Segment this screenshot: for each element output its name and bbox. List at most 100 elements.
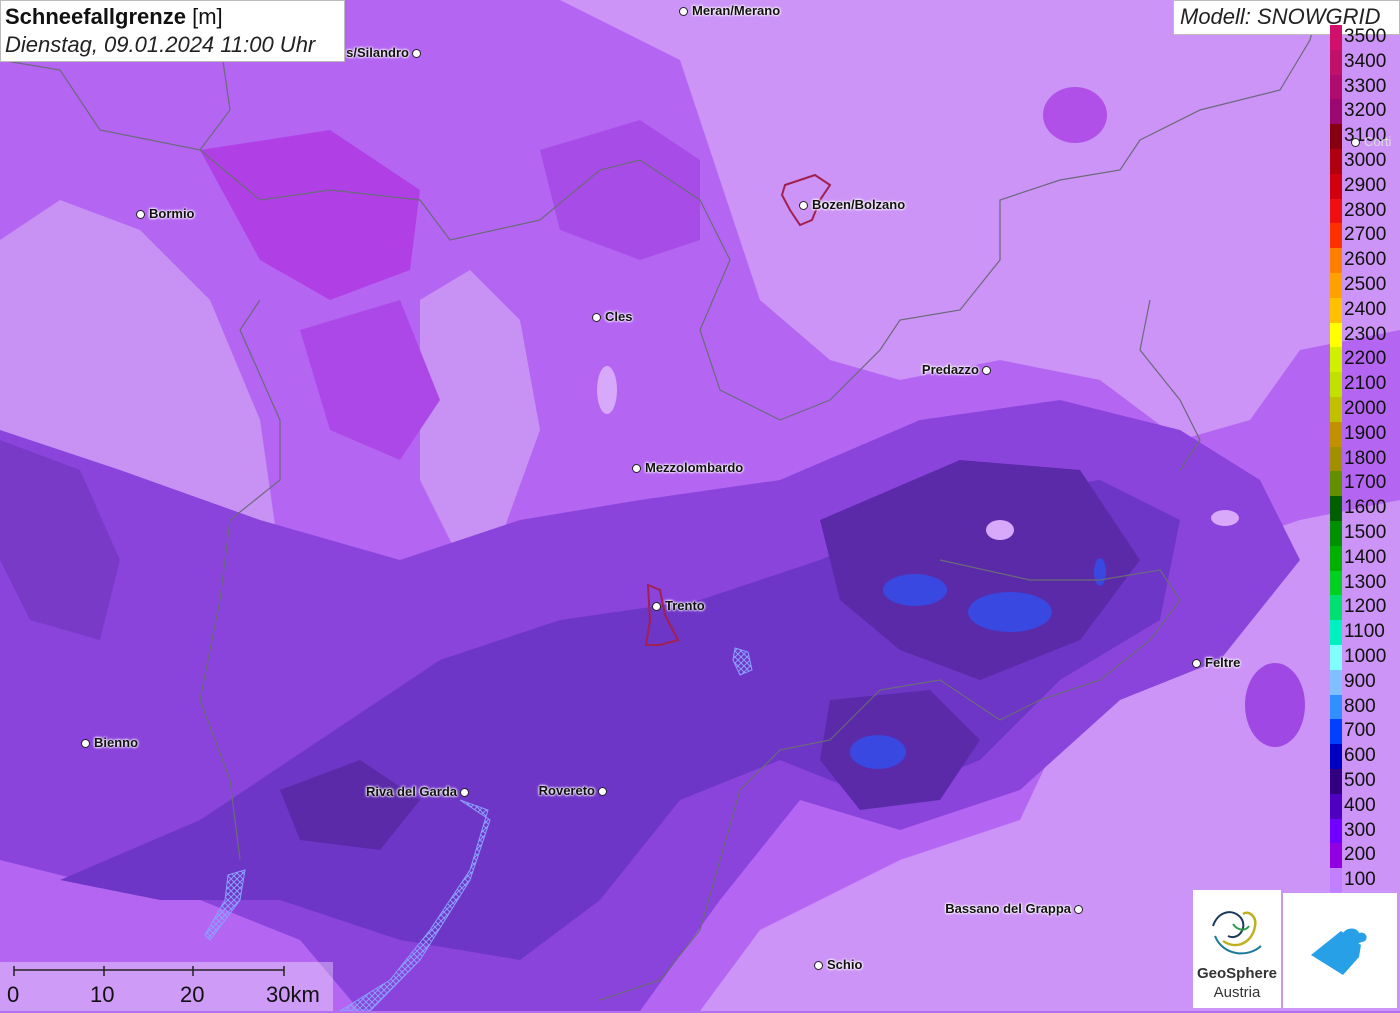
legend-swatch (1330, 124, 1342, 150)
legend-label: 3000 (1344, 150, 1387, 171)
city-label: Rovereto (538, 783, 595, 798)
legend-label: 3300 (1344, 75, 1387, 97)
legend-label: 3200 (1344, 100, 1387, 122)
legend-swatch (1330, 694, 1342, 720)
city-label: Feltre (1205, 655, 1241, 670)
legend-label: 2800 (1344, 199, 1387, 221)
legend-label: 100 (1344, 869, 1376, 891)
blue-patch (1094, 558, 1106, 586)
legend-label: 2200 (1344, 348, 1387, 370)
city-marker (598, 787, 607, 796)
legend-swatch (1330, 173, 1342, 200)
map-datetime: Dienstag, 09.01.2024 11:00 Uhr (5, 32, 316, 57)
legend-label: 1600 (1344, 497, 1387, 519)
map-title: Schneefallgrenze [m] (5, 4, 223, 29)
legend-swatch (1330, 769, 1342, 795)
legend-swatch (1330, 645, 1342, 671)
legend-label: 2100 (1344, 373, 1387, 395)
blue-patch (883, 574, 947, 606)
legend-swatch (1330, 744, 1342, 770)
legend-label: 900 (1344, 670, 1376, 692)
city-marker (81, 739, 90, 748)
city-label: s/Silandro (346, 45, 409, 60)
legend-swatch (1330, 521, 1342, 547)
legend-label: 2500 (1344, 274, 1387, 295)
city-label: Riva del Garda (365, 784, 457, 799)
legend-label: 600 (1344, 745, 1376, 767)
legend-label: 2300 (1344, 323, 1387, 345)
legend-label: 800 (1344, 695, 1376, 717)
scale-label: 30km (266, 982, 320, 1007)
city-label: Bormio (149, 206, 195, 221)
legend-swatch (1330, 273, 1342, 299)
legend-label: 1100 (1344, 621, 1385, 643)
legend-swatch (1330, 793, 1342, 820)
legend-label: 300 (1344, 819, 1376, 841)
city-marker (1192, 659, 1201, 668)
legend-swatch (1330, 421, 1342, 448)
city-marker (799, 201, 808, 210)
city-marker (592, 313, 601, 322)
map-title-box: Schneefallgrenze [m] Dienstag, 09.01.202… (0, 0, 345, 62)
legend-label: 1200 (1344, 596, 1387, 618)
legend-swatch (1330, 818, 1342, 844)
legend-label: 3400 (1344, 50, 1387, 72)
city-label: Meran/Merano (692, 3, 781, 18)
city-label: Bozen/Bolzano (812, 197, 906, 212)
legend-swatch (1330, 74, 1342, 100)
legend-swatch (1330, 496, 1342, 522)
scale-bar: 0 10 20 30km (0, 962, 333, 1011)
legend-swatch (1330, 545, 1342, 572)
city-label: Schio (827, 957, 863, 972)
legend-swatch (1330, 248, 1342, 274)
city-label: Bassano del Grappa (945, 901, 1071, 916)
geosphere-line2: Austria (1213, 984, 1261, 1001)
legend-label: 1800 (1344, 447, 1387, 469)
legend-swatch (1330, 372, 1342, 398)
scale-label: 0 (7, 982, 20, 1007)
scale-label: 20 (180, 982, 205, 1007)
legend-swatch (1330, 620, 1342, 646)
cloud-arrow-icon (1311, 928, 1367, 975)
legend-swatch (1330, 347, 1342, 373)
city-label: Bienno (94, 735, 139, 750)
city-marker (412, 49, 421, 58)
city-marker (652, 602, 661, 611)
city-marker (632, 464, 641, 473)
legend-label: 1500 (1344, 522, 1387, 543)
city-marker (1074, 905, 1083, 914)
legend-swatch (1330, 149, 1342, 175)
city-label: Trento (665, 598, 705, 613)
city-label: Corti (1364, 134, 1392, 149)
legend-swatch (1330, 223, 1342, 249)
legend-label: 1300 (1344, 571, 1387, 593)
legend-label: 2900 (1344, 174, 1387, 196)
legend-swatch (1330, 843, 1342, 869)
legend-label: 700 (1344, 720, 1376, 742)
legend-swatch (1330, 719, 1342, 745)
app-logo[interactable] (1283, 893, 1397, 1008)
legend-label: 1000 (1344, 646, 1387, 667)
scale-label: 10 (90, 982, 115, 1007)
legend-swatch (1330, 99, 1342, 125)
snowfall-map[interactable] (0, 0, 1400, 1011)
legend-swatch (1330, 297, 1342, 324)
legend-label: 2600 (1344, 249, 1387, 271)
geosphere-line1: GeoSphere (1196, 965, 1278, 982)
city-marker (460, 788, 469, 797)
legend-label: 2400 (1344, 298, 1387, 320)
city-marker (982, 366, 991, 375)
legend-swatch (1330, 198, 1342, 224)
city-marker (1351, 138, 1360, 147)
legend-label: 2000 (1344, 398, 1387, 419)
city-label: Predazzo (921, 362, 979, 377)
legend-swatch (1330, 595, 1342, 621)
blue-patch (968, 592, 1052, 632)
geosphere-logo[interactable]: GeoSphere Austria (1193, 890, 1281, 1008)
city-marker (679, 7, 688, 16)
legend-label: 400 (1344, 794, 1376, 816)
geosphere-swirl-icon (1212, 911, 1262, 955)
city-label: Mezzolombardo (645, 460, 744, 475)
city-label: Cles (605, 309, 633, 324)
blue-patch (850, 735, 906, 769)
